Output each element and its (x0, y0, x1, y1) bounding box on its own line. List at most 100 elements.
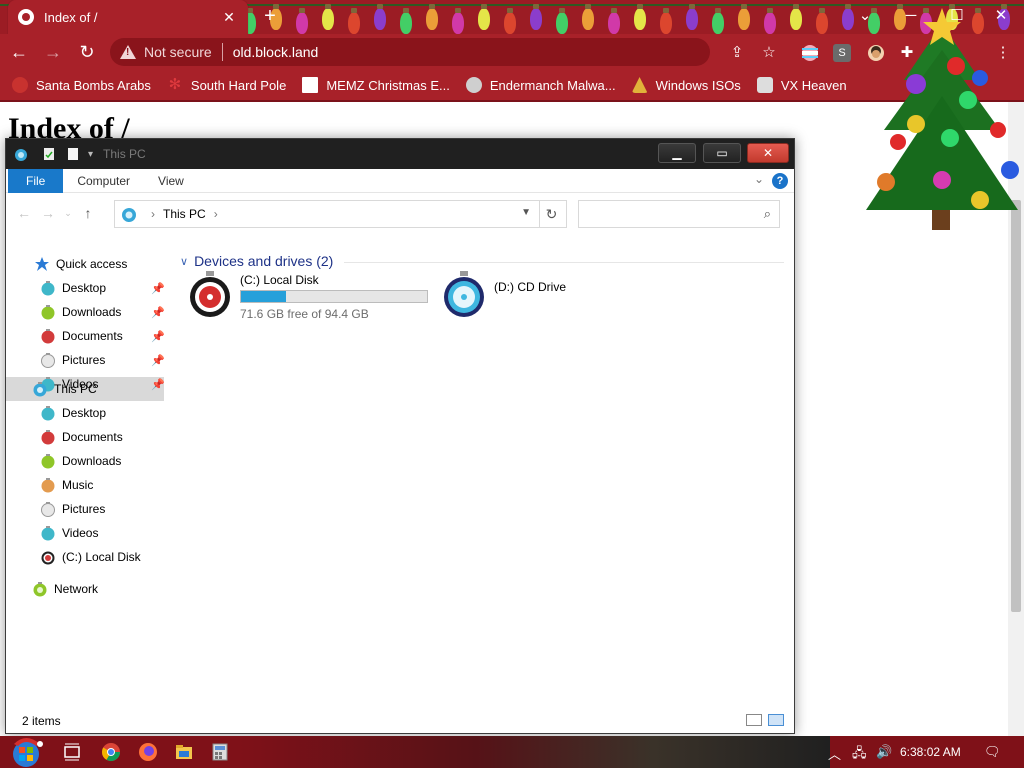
drive-c-usage-bar (240, 290, 428, 303)
nav-pc-desktop[interactable]: Desktop (40, 402, 106, 424)
chevron-right-icon[interactable]: › (151, 207, 155, 221)
light-bulb (634, 4, 646, 30)
light-bulb (400, 8, 412, 34)
explorer-maximize-button[interactable]: ▭ (703, 143, 741, 163)
light-bulb (608, 8, 620, 34)
task-view-icon[interactable] (62, 742, 82, 762)
music-ornament-icon (41, 478, 55, 493)
new-tab-button[interactable]: + (258, 4, 282, 28)
search-icon[interactable]: ⌕ (764, 206, 771, 222)
forward-button[interactable]: → (38, 37, 68, 67)
customize-qat-icon[interactable]: ▾ (88, 149, 93, 160)
tab-file[interactable]: File (8, 168, 64, 193)
url-text[interactable]: old.block.land (233, 44, 319, 60)
network-icon (33, 582, 47, 597)
chevron-down-icon[interactable]: ∨ (180, 255, 188, 268)
nav-qa-downloads[interactable]: Downloads (40, 301, 121, 323)
light-bulb (478, 4, 490, 30)
address-bar[interactable]: Not secure old.block.land (110, 38, 710, 66)
back-button[interactable]: ← (4, 37, 34, 67)
nav-quick-access[interactable]: Quick access (34, 253, 127, 275)
nav-pc-videos[interactable]: Videos (40, 522, 98, 544)
action-center-icon[interactable]: 🗨 (984, 744, 1001, 760)
tree-icon (631, 77, 648, 93)
pin-icon[interactable]: 📌 (151, 354, 165, 367)
bookmark-vx-heaven[interactable]: VX Heaven (756, 77, 847, 93)
volume-icon[interactable]: 🔊 (876, 744, 892, 760)
start-button[interactable] (6, 736, 46, 768)
tab-view[interactable]: View (144, 169, 198, 193)
nav-qa-documents[interactable]: Documents (40, 325, 123, 347)
bookmark-memz[interactable]: MEMZ Christmas E... (302, 77, 450, 93)
tab-index[interactable]: Index of / ✕ (8, 0, 248, 34)
star-icon[interactable]: ☆ (759, 43, 779, 63)
drive-c[interactable]: (C:) Local Disk 71.6 GB free of 94.4 GB (188, 271, 428, 321)
scroll-thumb[interactable] (1011, 200, 1021, 612)
explorer-back-icon[interactable]: ← (12, 205, 36, 221)
explorer-forward-icon[interactable]: → (36, 205, 60, 221)
nav-pc-pictures[interactable]: Pictures (40, 498, 105, 520)
explorer-minimize-button[interactable]: ▁ (658, 143, 696, 163)
breadcrumb-this-pc[interactable]: This PC (163, 207, 206, 221)
pin-icon[interactable]: 📌 (151, 378, 165, 391)
expand-ribbon-icon[interactable]: ⌄ (754, 172, 764, 186)
light-bulb (582, 4, 594, 30)
pin-icon[interactable]: 📌 (151, 330, 165, 343)
properties-icon[interactable] (42, 147, 56, 161)
up-icon[interactable]: ↑ (76, 205, 100, 221)
file-explorer-icon[interactable] (174, 742, 194, 762)
network-tray-icon[interactable]: 🖧 (852, 744, 867, 766)
chevron-down-icon[interactable]: ▼ (521, 207, 531, 218)
nav-pc-local-disk[interactable]: (C:) Local Disk (40, 546, 141, 568)
light-bulb (790, 4, 802, 30)
warning-icon[interactable] (120, 44, 136, 60)
explorer-title-bar[interactable]: ▾ This PC ▁ ▭ ✕ (6, 139, 794, 169)
nav-qa-pictures[interactable]: Pictures (40, 349, 105, 371)
drive-d[interactable]: (D:) CD Drive (442, 271, 566, 319)
bookmark-windows-isos[interactable]: Windows ISOs (631, 77, 741, 93)
chevron-right-icon[interactable]: › (214, 207, 218, 221)
nav-this-pc[interactable]: This PC (32, 378, 97, 400)
recent-locations-icon[interactable]: ⌄ (60, 208, 76, 219)
profile-flag-icon[interactable] (800, 43, 820, 63)
share-icon[interactable]: ⇪ (727, 43, 747, 63)
explorer-close-button[interactable]: ✕ (747, 143, 789, 163)
tab-close-icon[interactable]: ✕ (220, 9, 238, 26)
nav-qa-desktop[interactable]: Desktop (40, 277, 106, 299)
pin-icon[interactable]: 📌 (151, 306, 165, 319)
bookmark-santa[interactable]: Santa Bombs Arabs (12, 77, 151, 93)
extension-s-icon[interactable]: S (833, 44, 851, 62)
nav-pc-documents[interactable]: Documents (40, 426, 123, 448)
christmas-tree-icon (866, 8, 1019, 230)
show-hidden-icons-icon[interactable]: ︿ (828, 744, 841, 763)
new-folder-icon[interactable] (66, 147, 80, 161)
chrome-icon[interactable] (101, 742, 121, 762)
security-label[interactable]: Not secure (144, 44, 212, 60)
search-input[interactable]: ⌕ (578, 200, 780, 228)
desktop-ornament-icon (41, 406, 55, 421)
calculator-icon[interactable] (210, 742, 230, 762)
favicon-icon (18, 9, 34, 25)
bookmark-south-pole[interactable]: ✻ South Hard Pole (167, 77, 287, 93)
details-view-icon[interactable] (746, 714, 762, 726)
bookmark-endermanch[interactable]: Endermanch Malwa... (465, 77, 616, 93)
reload-button[interactable]: ↻ (72, 37, 102, 67)
this-pc-icon[interactable] (14, 147, 28, 161)
window-title: This PC (103, 147, 146, 161)
firefox-icon[interactable] (138, 742, 158, 762)
nav-pc-music[interactable]: Music (40, 474, 93, 496)
help-icon[interactable]: ? (772, 173, 788, 189)
divider (221, 43, 223, 61)
nav-network[interactable]: Network (32, 578, 98, 600)
nav-pc-downloads[interactable]: Downloads (40, 450, 121, 472)
drive-c-name: (C:) Local Disk (240, 273, 319, 287)
breadcrumb[interactable]: › This PC › ▼ (114, 200, 540, 228)
pin-icon[interactable]: 📌 (151, 282, 165, 295)
refresh-button[interactable]: ↻ (537, 200, 567, 228)
group-header[interactable]: ∨ Devices and drives (2) (180, 253, 333, 269)
clock[interactable]: 6:38:02 AM (900, 736, 961, 768)
tab-computer[interactable]: Computer (63, 169, 144, 193)
light-bulb (374, 4, 386, 30)
pictures-ornament-icon (41, 353, 55, 368)
large-icons-view-icon[interactable] (768, 714, 784, 726)
